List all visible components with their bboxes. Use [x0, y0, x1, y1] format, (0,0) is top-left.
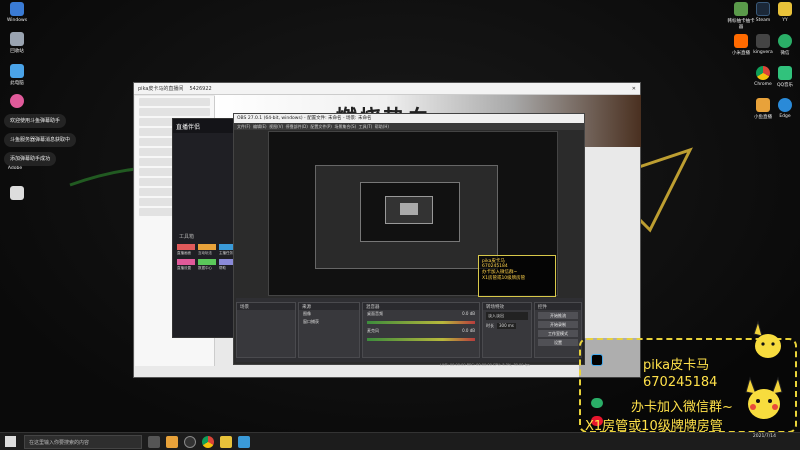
volume-meter[interactable] — [367, 321, 475, 324]
panel-title: 场景 — [237, 303, 295, 310]
menu-item[interactable]: 工具(T) — [359, 124, 373, 129]
obs-icon[interactable] — [184, 435, 196, 448]
menu-bar: 文件(F) 编辑(E) 视图(V) 停靠部件(D) 配置文件(P) 场景集合(S… — [234, 123, 584, 130]
tiktok-icon — [591, 354, 603, 366]
menu-item[interactable]: 配置文件(P) — [310, 124, 332, 129]
panel-title: 混音器 — [363, 303, 479, 310]
chat-overlay: pika皮卡马 670245184 办卡加入微信群~ X1房管或10级牌房管 — [478, 255, 556, 297]
transition-panel: 转场特效 淡入淡出 时长 300 ms — [482, 302, 532, 358]
sources-panel: 来源 图像 窗口捕获 — [298, 302, 360, 358]
panel-title: 控件 — [535, 303, 581, 310]
clock-date: 2021/7/14 — [752, 434, 776, 439]
browser-tabbar: pika皮卡马的直播间 5426922 ✕ — [134, 83, 640, 95]
tool-item[interactable]: 直播画面 — [177, 244, 195, 256]
list-item[interactable] — [139, 98, 210, 106]
controls-panel: 控件 开始推流 开始录制 工作室模式 设置 — [534, 302, 582, 358]
obs-docks: 场景 来源 图像 窗口捕获 混音器 桌面音频 0.0 dB 麦克风 0.0 dB… — [236, 298, 583, 362]
menu-item[interactable]: 帮助(H) — [375, 124, 389, 129]
track-name: 桌面音频 — [367, 311, 383, 316]
menu-item[interactable]: 停靠部件(D) — [286, 124, 308, 129]
list-item[interactable] — [139, 108, 210, 116]
pikachu-small-icon — [753, 320, 781, 358]
track-name: 麦克风 — [367, 328, 379, 333]
menu-item[interactable]: 场景集合(S) — [334, 124, 356, 129]
start-button[interactable] — [5, 436, 16, 447]
pikachu-icon — [745, 376, 783, 419]
obs-status-bar: LIVE: 00:00:00 REC: 00:00:00 CPU: 5.3%, … — [440, 363, 530, 367]
chat-line: X1房管或10级牌房管 — [482, 276, 526, 281]
game-icon[interactable] — [166, 435, 178, 448]
tab-stream[interactable]: pika皮卡马的直播间 — [138, 85, 183, 92]
source-item[interactable]: 窗口捕获 — [299, 318, 359, 326]
source-item[interactable]: 图像 — [299, 310, 359, 318]
mixer-panel: 混音器 桌面音频 0.0 dB 麦克风 0.0 dB — [362, 302, 480, 358]
duration-input[interactable]: 300 ms — [497, 323, 516, 329]
menu-item[interactable]: 文件(F) — [237, 124, 250, 129]
transition-select[interactable]: 淡入淡出 — [486, 312, 528, 320]
chrome-icon[interactable] — [202, 435, 214, 448]
track-level: 0.0 dB — [462, 328, 475, 333]
taskview-icon[interactable] — [148, 435, 160, 448]
clock[interactable]: 2021/7/14 — [753, 434, 776, 440]
app-title: 直播伴侣 — [173, 119, 241, 133]
start-streaming-button[interactable]: 开始推流 — [538, 312, 578, 319]
taskbar: 在这里输入你要搜索的内容 — [0, 432, 800, 450]
close-icon[interactable]: ✕ — [632, 86, 636, 92]
menu-item[interactable]: 视图(V) — [269, 124, 283, 129]
window-title: OBS 27.0.1 (64-bit, windows) - 配置文件: 未命名… — [234, 114, 584, 123]
search-input[interactable]: 在这里输入你要搜索的内容 — [24, 434, 142, 449]
panel-title: 转场特效 — [483, 303, 531, 310]
track-level: 0.0 dB — [462, 311, 475, 316]
volume-meter[interactable] — [367, 338, 475, 341]
settings-button[interactable]: 设置 — [538, 339, 578, 346]
tool-item[interactable]: 数据中心 — [198, 259, 216, 271]
nested-preview — [400, 203, 418, 215]
app-icon[interactable] — [220, 435, 232, 448]
start-recording-button[interactable]: 开始录制 — [538, 321, 578, 328]
panel-title: 来源 — [299, 303, 359, 310]
duration-label: 时长 — [486, 323, 494, 328]
tool-item[interactable]: 互动玩法 — [198, 244, 216, 256]
tab-room[interactable]: 5426922 — [189, 86, 211, 92]
wechat-icon — [591, 398, 603, 408]
studio-mode-button[interactable]: 工作室模式 — [538, 330, 578, 337]
scenes-panel: 场景 — [236, 302, 296, 358]
live-companion-window: 直播伴侣 工具箱 直播画面 互动玩法 主播任务 直播设置 数据中心 帮助 — [172, 118, 242, 338]
menu-item[interactable]: 编辑(E) — [253, 124, 267, 129]
app-icon[interactable] — [238, 435, 250, 448]
tool-item[interactable]: 直播设置 — [177, 259, 195, 271]
section-label: 工具箱 — [179, 234, 195, 240]
